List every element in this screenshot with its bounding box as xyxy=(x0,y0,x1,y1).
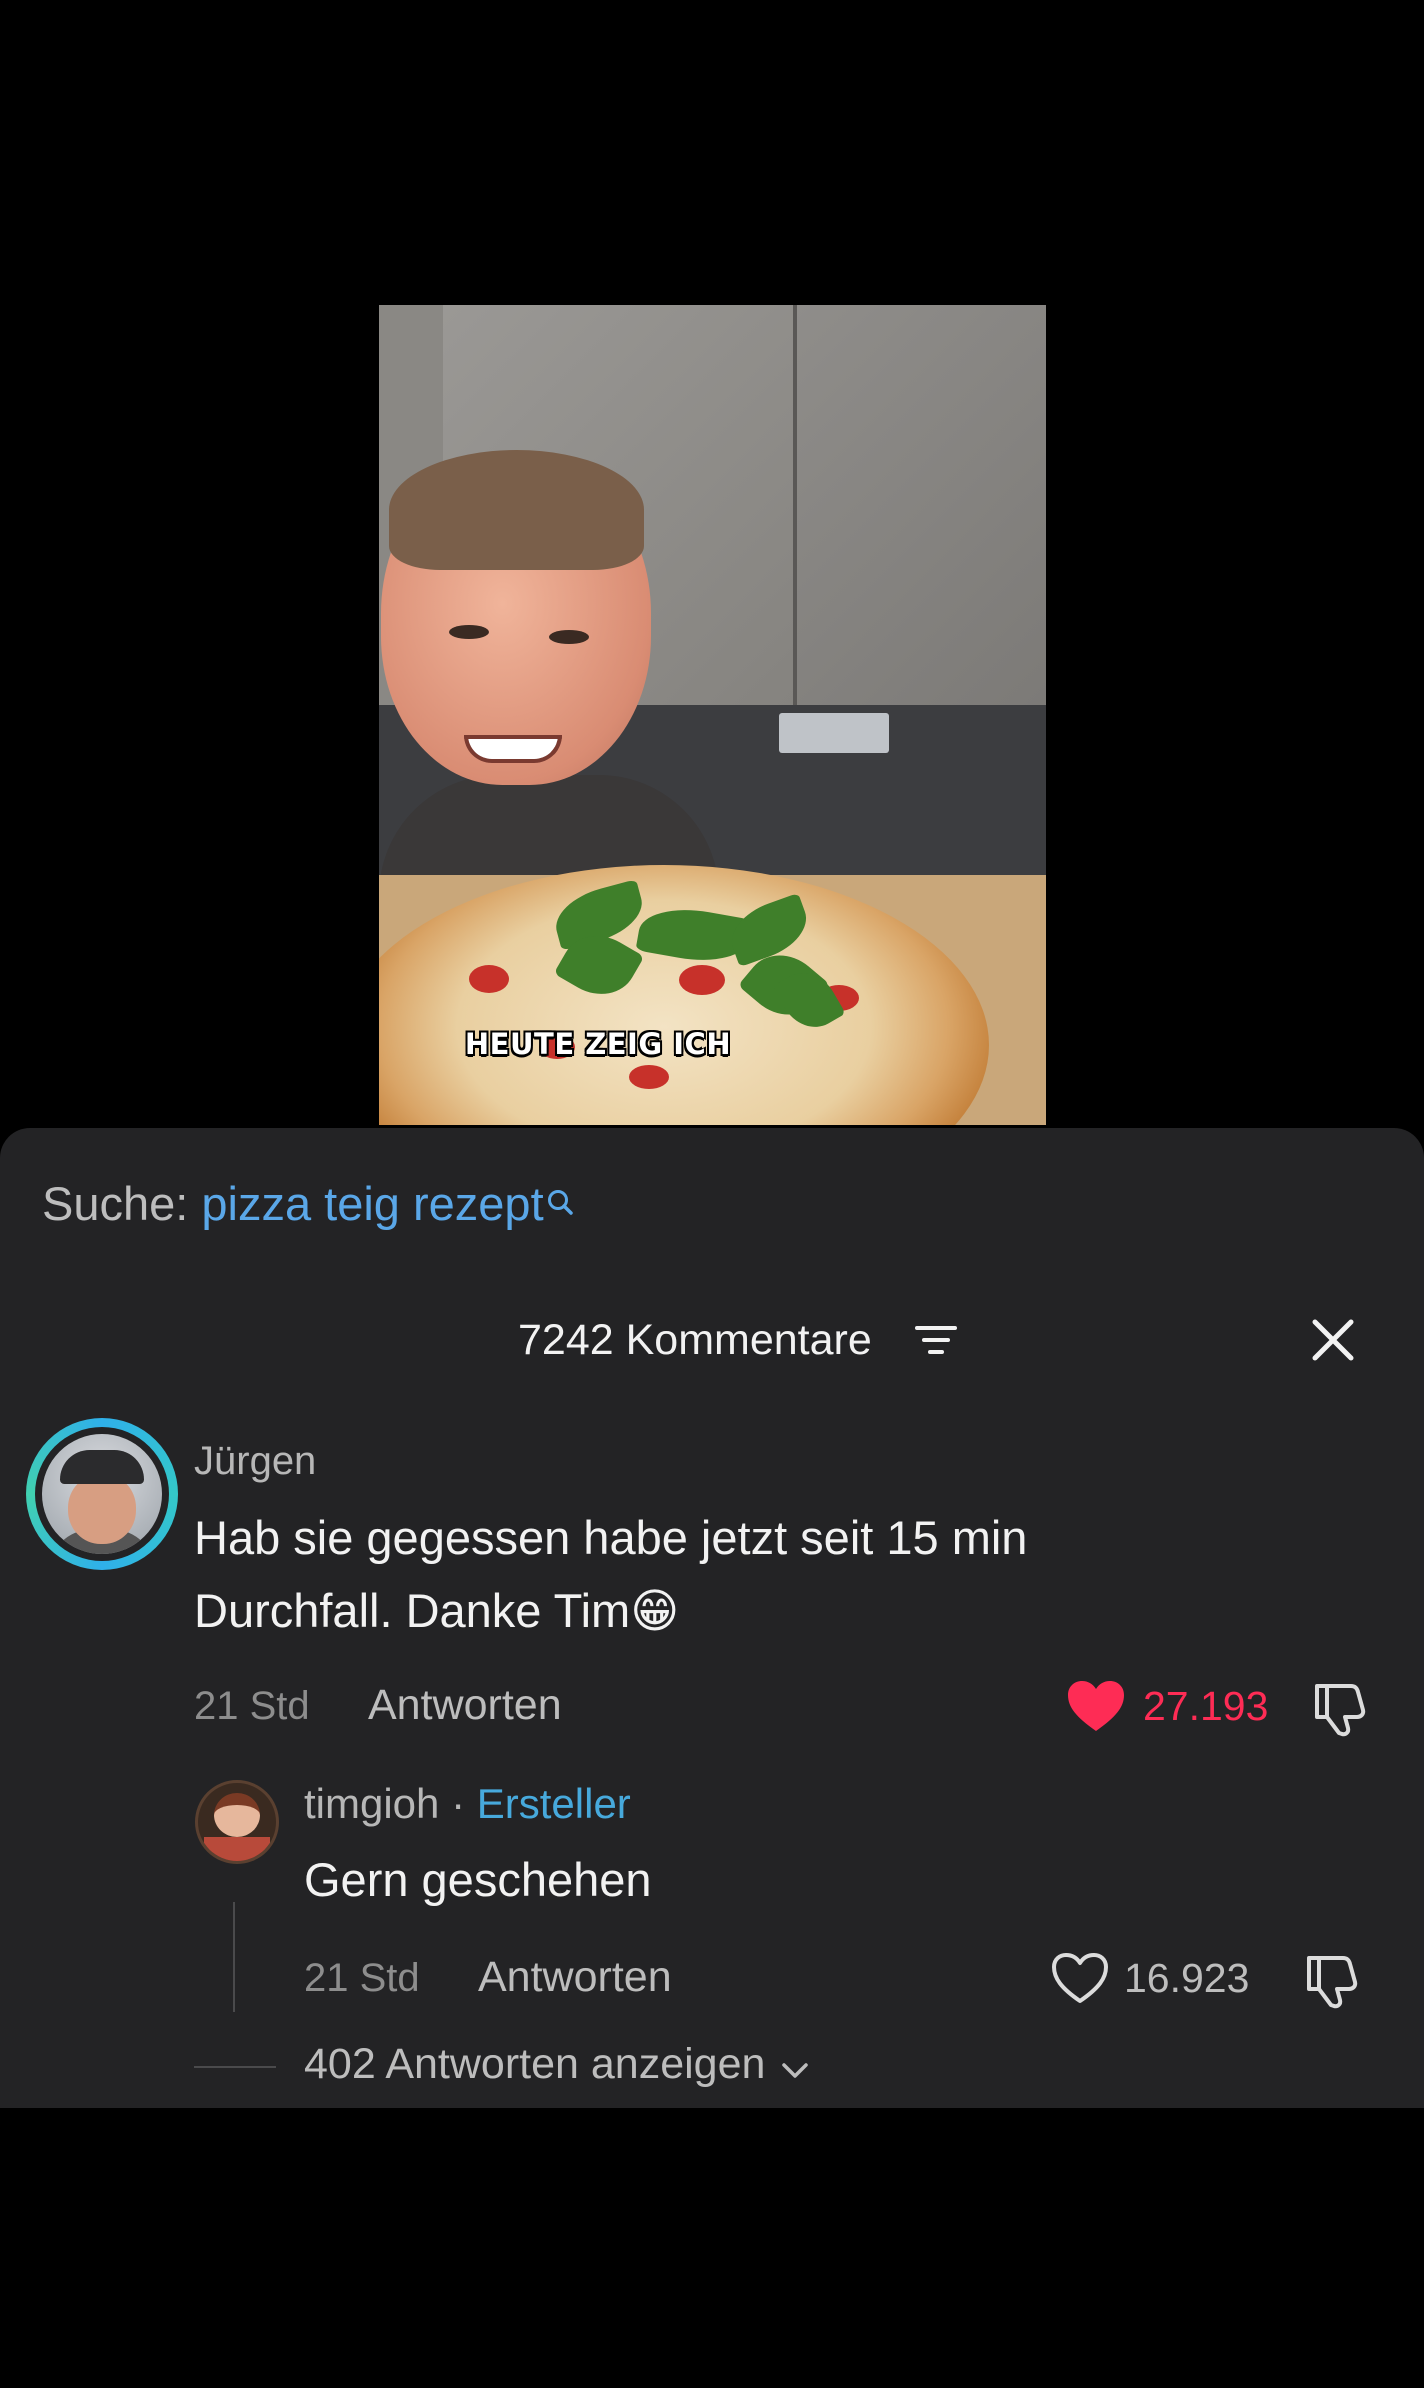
search-suggestion[interactable]: Suche: pizza teig rezept xyxy=(42,1176,576,1231)
dislike-icon[interactable] xyxy=(1303,1952,1363,2015)
dislike-icon[interactable] xyxy=(1311,1680,1371,1743)
reply-text: Gern geschehen xyxy=(304,1853,652,1906)
search-label: Suche: xyxy=(42,1177,189,1230)
search-icon xyxy=(546,1174,576,1229)
comment-username[interactable]: Jürgen xyxy=(194,1439,316,1484)
reply-username[interactable]: timgioh xyxy=(304,1780,439,1827)
thread-line xyxy=(233,1902,235,2012)
comments-sheet: Suche: pizza teig rezept 7242 Kommentare… xyxy=(0,1128,1424,2108)
comment-text: Hab sie gegessen habe jetzt seit 15 min … xyxy=(194,1501,1194,1647)
reply-time: 21 Std xyxy=(304,1956,420,2000)
video-caption: HEUTE ZEIG ICH xyxy=(464,1027,732,1061)
creator-avatar[interactable] xyxy=(195,1780,279,1864)
view-replies-button[interactable]: 402 Antworten anzeigen xyxy=(304,2040,809,2091)
video-frame[interactable]: HEUTE ZEIG ICH xyxy=(379,305,1046,1125)
reply-like-count: 16.923 xyxy=(1124,1955,1250,2001)
person-mouth xyxy=(464,735,562,763)
creator-avatar-head xyxy=(214,1793,260,1837)
divider-line xyxy=(194,2066,276,2068)
person-eye xyxy=(449,625,489,639)
reply-button[interactable]: Antworten xyxy=(368,1681,562,1730)
filter-icon[interactable] xyxy=(915,1323,957,1362)
person-hair xyxy=(389,450,644,570)
avatar-photo xyxy=(42,1434,162,1554)
comment-body: Hab sie gegessen habe jetzt seit 15 min … xyxy=(194,1511,1028,1637)
person-eye xyxy=(549,630,589,644)
tomato-topping xyxy=(469,965,509,993)
heart-filled-icon[interactable] xyxy=(1066,1679,1126,1738)
avatar-head xyxy=(68,1474,136,1544)
creator-badge: Ersteller xyxy=(476,1780,631,1827)
comment-time: 21 Std xyxy=(194,1684,310,1728)
avatar[interactable] xyxy=(26,1418,178,1570)
comment-like-count: 27.193 xyxy=(1143,1683,1269,1729)
hood-decor xyxy=(779,713,889,753)
tomato-topping xyxy=(679,965,725,995)
reply-reply-button[interactable]: Antworten xyxy=(478,1953,672,2002)
cabinet-decor xyxy=(797,305,1046,705)
close-icon[interactable] xyxy=(1309,1316,1357,1369)
separator-dot: · xyxy=(451,1780,466,1827)
avatar-cap xyxy=(60,1450,144,1484)
tomato-topping xyxy=(629,1065,669,1089)
search-query[interactable]: pizza teig rezept xyxy=(201,1177,543,1230)
chevron-down-icon xyxy=(781,2042,809,2091)
grin-emoji: 😁 xyxy=(630,1584,680,1637)
view-replies-label: 402 Antworten anzeigen xyxy=(304,2040,766,2088)
creator-avatar-body xyxy=(204,1837,270,1861)
heart-outline-icon[interactable] xyxy=(1050,1951,1110,2010)
reply-header: timgioh · Ersteller xyxy=(304,1780,631,1828)
comments-count-title: 7242 Kommentare xyxy=(518,1316,872,1364)
